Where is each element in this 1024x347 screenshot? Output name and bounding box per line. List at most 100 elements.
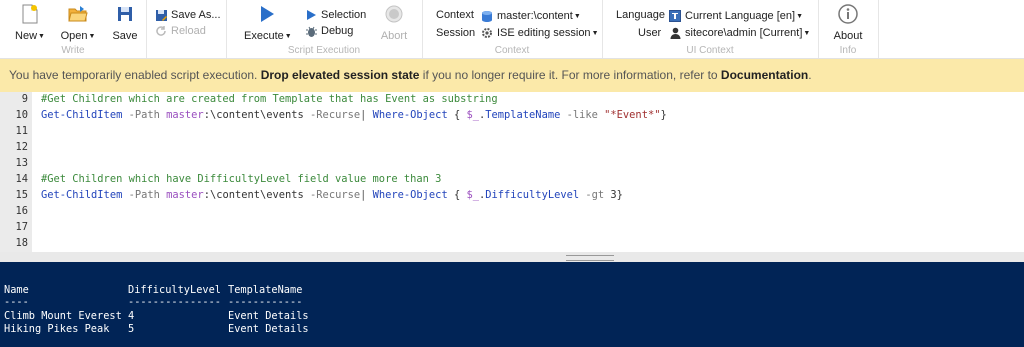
selection-button[interactable]: Selection bbox=[304, 8, 366, 22]
console-cell: Event Details bbox=[228, 310, 309, 322]
console-cell: 4 bbox=[128, 310, 135, 322]
console-result-row: Hiking Pikes Peak 5 Event Details bbox=[4, 323, 404, 336]
console-cell: Climb Mount Everest bbox=[4, 310, 122, 322]
code-line[interactable]: 16 bbox=[0, 203, 1024, 219]
language-flag-icon bbox=[668, 9, 682, 23]
about-button[interactable]: About bbox=[826, 3, 870, 42]
code-token: $_ bbox=[466, 189, 479, 201]
save-as-button[interactable]: Save As... bbox=[154, 8, 221, 22]
code-line[interactable]: 18 bbox=[0, 235, 1024, 251]
context-group-label: Context bbox=[494, 45, 530, 56]
code-token: DifficultyLevel bbox=[485, 189, 580, 201]
execute-button[interactable]: Execute▼ bbox=[244, 3, 292, 42]
debug-button[interactable]: Debug bbox=[304, 24, 353, 38]
console-cell: Hiking Pikes Peak bbox=[4, 323, 110, 335]
save-button[interactable]: Save bbox=[103, 3, 147, 42]
ui-context-group: Language Current Language [en] ▼ User sit… bbox=[602, 0, 819, 58]
code-line[interactable]: 15 Get-ChildItem -Path master:\content\ev… bbox=[0, 187, 1024, 203]
open-button[interactable]: Open▼ bbox=[56, 3, 100, 42]
about-button-label: About bbox=[833, 30, 863, 42]
save-as-label: Save As... bbox=[171, 9, 221, 21]
editor-console-splitter[interactable] bbox=[0, 252, 1024, 262]
session-label: Session bbox=[436, 27, 476, 39]
code-line[interactable]: 12 bbox=[0, 139, 1024, 155]
context-value: master:\content bbox=[497, 10, 573, 22]
elevated-session-notice: You have temporarily enabled script exec… bbox=[0, 59, 1024, 92]
line-number: 13 bbox=[15, 157, 28, 169]
database-icon bbox=[480, 9, 494, 23]
code-line[interactable]: 9 #Get Children which are created from Te… bbox=[0, 91, 1024, 107]
user-label: User bbox=[638, 27, 662, 39]
chevron-down-icon: ▼ bbox=[803, 29, 811, 37]
code-token: { bbox=[447, 109, 467, 121]
language-label: Language bbox=[616, 9, 665, 21]
settings-gear-icon bbox=[480, 26, 494, 40]
code-token: Get-ChildItem bbox=[41, 189, 123, 201]
language-dropdown[interactable]: Current Language [en] ▼ bbox=[668, 9, 803, 23]
code-token: { bbox=[447, 189, 467, 201]
reload-label: Reload bbox=[171, 25, 206, 37]
reload-button[interactable]: Reload bbox=[154, 24, 206, 38]
open-button-label: Open bbox=[60, 30, 88, 42]
line-number: 16 bbox=[15, 205, 28, 217]
console-cell: ------------ bbox=[228, 296, 303, 308]
user-dropdown[interactable]: sitecore\admin [Current] ▼ bbox=[668, 26, 810, 40]
save-button-label: Save bbox=[112, 30, 138, 42]
context-group: Context master:\content ▼ Session ISE edi… bbox=[422, 0, 603, 58]
code-text: #Get Children which have DifficultyLevel… bbox=[41, 171, 441, 187]
debug-label: Debug bbox=[321, 25, 354, 37]
documentation-link[interactable]: Documentation bbox=[721, 68, 808, 82]
code-text: #Get Children which are created from Tem… bbox=[41, 91, 498, 107]
user-value: sitecore\admin [Current] bbox=[685, 27, 803, 39]
code-token: -Recurse bbox=[310, 109, 361, 121]
abort-button[interactable]: Abort bbox=[372, 3, 416, 42]
code-token: Where-Object bbox=[372, 109, 448, 121]
line-number: 9 bbox=[21, 93, 28, 105]
code-line[interactable]: 14 #Get Children which have DifficultyLev… bbox=[0, 171, 1024, 187]
console-cell: 5 bbox=[128, 323, 135, 335]
code-text: Get-ChildItem -Path master:\content\even… bbox=[41, 187, 623, 203]
code-token: #Get Children which have DifficultyLevel… bbox=[41, 173, 442, 185]
chevron-down-icon: ▼ bbox=[284, 32, 292, 40]
notice-text-middle: if you no longer require it. For more in… bbox=[419, 68, 721, 82]
chevron-down-icon: ▼ bbox=[38, 32, 45, 40]
code-token: #Get Children which are created from Tem… bbox=[41, 93, 498, 105]
code-line[interactable]: 10 Get-ChildItem -Path master:\content\ev… bbox=[0, 107, 1024, 123]
line-number: 10 bbox=[15, 109, 28, 121]
chevron-down-icon: ▼ bbox=[573, 12, 581, 20]
info-group-label: Info bbox=[839, 45, 857, 56]
line-number: 11 bbox=[15, 125, 28, 137]
line-number: 14 bbox=[15, 173, 28, 185]
code-token: 3} bbox=[604, 189, 623, 201]
code-token: -Path bbox=[128, 109, 160, 121]
line-number: 12 bbox=[15, 141, 28, 153]
drop-elevated-session-link[interactable]: Drop elevated session state bbox=[261, 68, 420, 82]
script-execution-group: Execute▼ Selection Debug Abort Script Ex… bbox=[226, 0, 423, 58]
code-token: :\content\events bbox=[203, 189, 311, 201]
code-token: Get-ChildItem bbox=[41, 109, 123, 121]
ui-context-label: UI Context bbox=[686, 45, 734, 56]
context-dropdown[interactable]: master:\content ▼ bbox=[480, 9, 581, 23]
code-token: -gt bbox=[585, 189, 605, 201]
save-as-icon bbox=[154, 8, 168, 22]
session-dropdown[interactable]: ISE editing session ▼ bbox=[480, 26, 599, 40]
console-cell: Event Details bbox=[228, 323, 309, 335]
code-token: -Path bbox=[128, 189, 160, 201]
chevron-down-icon: ▼ bbox=[88, 32, 96, 40]
script-editor[interactable]: 9 #Get Children which are created from Te… bbox=[0, 91, 1024, 283]
session-value: ISE editing session bbox=[497, 27, 591, 39]
splitter-grip-icon[interactable] bbox=[566, 255, 614, 261]
console-underline-row: ---- --------------- ------------ bbox=[4, 296, 404, 309]
code-line[interactable]: 11 bbox=[0, 123, 1024, 139]
code-line[interactable]: 13 bbox=[0, 155, 1024, 171]
code-token: TemplateName bbox=[485, 109, 561, 121]
code-token: } bbox=[660, 109, 667, 121]
line-number: 15 bbox=[15, 189, 28, 201]
play-icon bbox=[244, 3, 290, 25]
chevron-down-icon: ▼ bbox=[796, 12, 804, 20]
line-number: 17 bbox=[15, 221, 28, 233]
code-line[interactable]: 17 bbox=[0, 219, 1024, 235]
new-button[interactable]: New▼ bbox=[8, 3, 52, 42]
output-console: Name DifficultyLevel TemplateName ---- -----… bbox=[0, 262, 1024, 347]
execute-button-label: Execute bbox=[244, 30, 284, 42]
